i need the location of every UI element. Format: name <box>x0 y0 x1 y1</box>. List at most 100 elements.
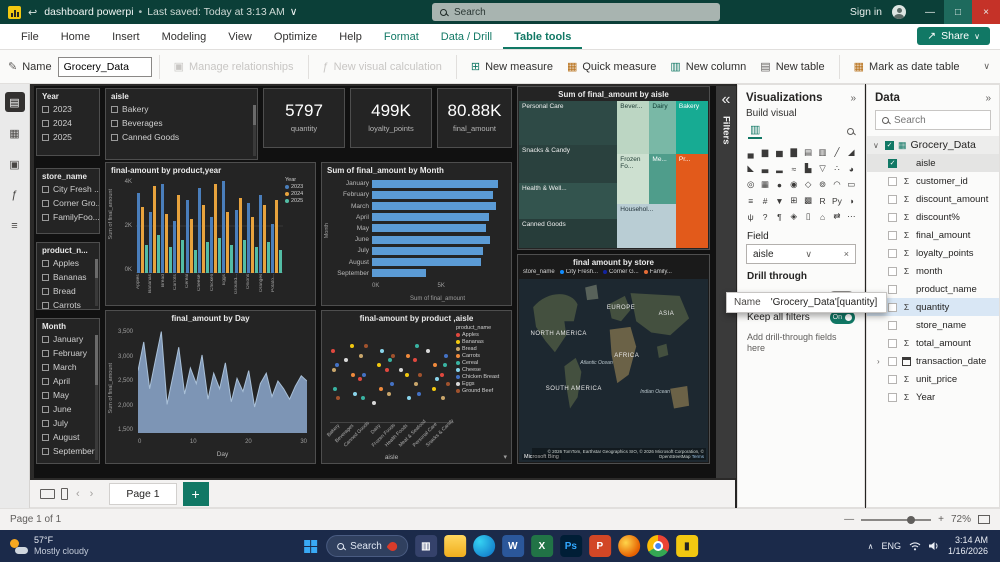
legend-item-carrots[interactable]: Carrots <box>456 353 508 359</box>
pie-chart-icon[interactable]: ◕ <box>845 161 858 176</box>
field-checkbox[interactable] <box>888 195 897 204</box>
undo-icon[interactable]: ↩ <box>28 6 37 19</box>
remove-field-icon[interactable]: × <box>844 249 849 259</box>
new-page-button[interactable]: + <box>183 482 209 506</box>
slicer-item-bread[interactable]: Bread <box>37 284 99 298</box>
word-taskbar-icon[interactable]: W <box>502 535 524 557</box>
checkbox-icon[interactable] <box>42 186 49 193</box>
slicer-item-april[interactable]: April <box>37 374 99 388</box>
metrics-icon[interactable]: ◈ <box>787 209 800 224</box>
build-visual-tab-icon[interactable]: ▥ <box>748 123 762 139</box>
treemap-icon[interactable]: ▦ <box>758 177 771 192</box>
scatter-point-cheese[interactable] <box>380 349 384 353</box>
bar-potato-2025[interactable] <box>279 250 282 274</box>
checkbox-icon[interactable] <box>42 434 49 441</box>
field-aisle[interactable]: ✓aisle <box>867 154 999 172</box>
funnel-chart-icon[interactable]: ▽ <box>816 161 829 176</box>
field-checkbox[interactable] <box>888 231 897 240</box>
bar-eggs-2025[interactable] <box>230 245 233 273</box>
field-total-amount[interactable]: Σtotal_amount <box>867 334 999 352</box>
expand-filters-icon[interactable]: « <box>722 91 731 109</box>
ribbon-chart-icon[interactable]: ≈ <box>787 161 800 176</box>
collapse-pane-icon[interactable]: » <box>850 93 856 104</box>
clustered-column-chart-icon[interactable]: ▇ <box>787 145 800 160</box>
firefox-taskbar-icon[interactable] <box>618 535 640 557</box>
stacked-area-chart-icon[interactable]: ◣ <box>744 161 757 176</box>
qa-visual-icon[interactable]: ? <box>758 209 771 224</box>
wifi-icon[interactable] <box>909 541 921 551</box>
bar-august[interactable] <box>372 258 481 266</box>
kpi-card-quantity[interactable]: 5797 quantity <box>263 88 345 148</box>
scatter-point-bread[interactable] <box>387 392 391 396</box>
slicer-item-apples[interactable]: Apples <box>37 256 99 270</box>
field-checkbox[interactable] <box>888 303 897 312</box>
scatter-point-chicken-breast[interactable] <box>390 382 394 386</box>
python-visual-icon[interactable]: Py <box>830 193 843 208</box>
scatter-point-bananas[interactable] <box>405 373 409 377</box>
scatter-point-cereal[interactable] <box>388 358 392 362</box>
bar-apples-2025[interactable] <box>145 245 148 273</box>
scatter-point-bread[interactable] <box>332 368 336 372</box>
checkbox-icon[interactable] <box>42 134 49 141</box>
scatter-point-cereal[interactable] <box>415 344 419 348</box>
scatter-chart-visual[interactable]: final-amount by product ,aisle BakeryBev… <box>321 310 512 464</box>
model-view-icon[interactable]: ▣ <box>5 154 25 174</box>
bar-eggs-2024[interactable] <box>226 212 229 273</box>
field-transaction-date[interactable]: ›transaction_date <box>867 352 999 370</box>
slicer-scrollbar[interactable] <box>253 105 256 156</box>
slicer-item-august[interactable]: August <box>37 430 99 444</box>
scatter-point-carrots[interactable] <box>351 373 355 377</box>
scatter-point-cheese[interactable] <box>435 377 439 381</box>
slicer-year[interactable]: Year202320242025 <box>36 88 100 156</box>
field-month[interactable]: Σmonth <box>867 262 999 280</box>
legend-item-2024[interactable]: 2024 <box>285 191 313 197</box>
bar-may[interactable] <box>372 224 486 232</box>
scatter-point-apples[interactable] <box>358 377 362 381</box>
scatter-point-cereal[interactable] <box>333 387 337 391</box>
sign-in-link[interactable]: Sign in <box>850 6 882 18</box>
table-grocery-data[interactable]: ∨ ✓ ▦ Grocery_Data <box>867 136 999 154</box>
powerpoint-taskbar-icon[interactable]: P <box>589 535 611 557</box>
titlebar-search-input[interactable] <box>454 7 674 18</box>
slicer-aisle[interactable]: aisleBakeryBeveragesCanned Goods <box>105 88 258 160</box>
bar-carrots-2025[interactable] <box>181 240 184 273</box>
map-icon[interactable]: ● <box>773 177 786 192</box>
field-checkbox[interactable] <box>888 177 897 186</box>
legend-item-corner-g[interactable]: Corner G... <box>603 269 639 275</box>
100-stacked-bar-chart-icon[interactable]: ▤ <box>802 145 815 160</box>
scatter-point-apples[interactable] <box>331 349 335 353</box>
legend-item-family[interactable]: Family... <box>644 269 672 275</box>
slicer-item-june[interactable]: June <box>37 402 99 416</box>
area-chart-icon[interactable]: ◢ <box>845 145 858 160</box>
treemap-node-bakery[interactable]: Bakery <box>676 101 708 154</box>
power-bi-service-taskbar-icon[interactable]: ▥ <box>415 535 437 557</box>
field-loyalty-points[interactable]: Σloyalty_points <box>867 244 999 262</box>
file-explorer-taskbar-icon[interactable] <box>444 535 466 557</box>
checkbox-icon[interactable] <box>42 364 49 371</box>
chrome-taskbar-icon[interactable] <box>647 535 669 557</box>
checkbox-icon[interactable] <box>111 120 118 127</box>
scatter-point-cheese[interactable] <box>407 396 411 400</box>
report-view-icon[interactable]: ▤ <box>5 92 25 112</box>
bar-onions-2025[interactable] <box>255 247 258 273</box>
gauge-icon[interactable]: ◠ <box>830 177 843 192</box>
smart-narrative-icon[interactable]: ¶ <box>773 209 786 224</box>
edge-taskbar-icon[interactable] <box>473 535 495 557</box>
checkbox-icon[interactable] <box>42 420 49 427</box>
column-chart-visual[interactable]: final-amount by product,year Sum of fina… <box>105 162 316 306</box>
multi-row-card-icon[interactable]: ≡ <box>744 193 757 208</box>
treemap-node-snacks-candy[interactable]: Snacks & Candy <box>519 145 617 183</box>
scatter-point-eggs[interactable] <box>399 368 403 372</box>
slicer-scrollbar[interactable] <box>95 335 98 460</box>
checkbox-icon[interactable] <box>42 350 49 357</box>
next-page-icon[interactable]: › <box>88 488 96 500</box>
checkbox-icon[interactable] <box>42 274 49 281</box>
kpi-card-loyalty-points[interactable]: 499K loyalty_points <box>350 88 432 148</box>
field-discount-amount[interactable]: Σdiscount_amount <box>867 190 999 208</box>
checkbox-icon[interactable] <box>42 288 49 295</box>
checkbox-icon[interactable] <box>42 448 49 455</box>
slicer-product-name[interactable]: product_n...ApplesBananasBreadCarrots <box>36 242 100 310</box>
bar-ground-2023[interactable] <box>235 210 238 273</box>
field-discount[interactable]: Σdiscount% <box>867 208 999 226</box>
scatter-point-ground-beef[interactable] <box>391 354 395 358</box>
